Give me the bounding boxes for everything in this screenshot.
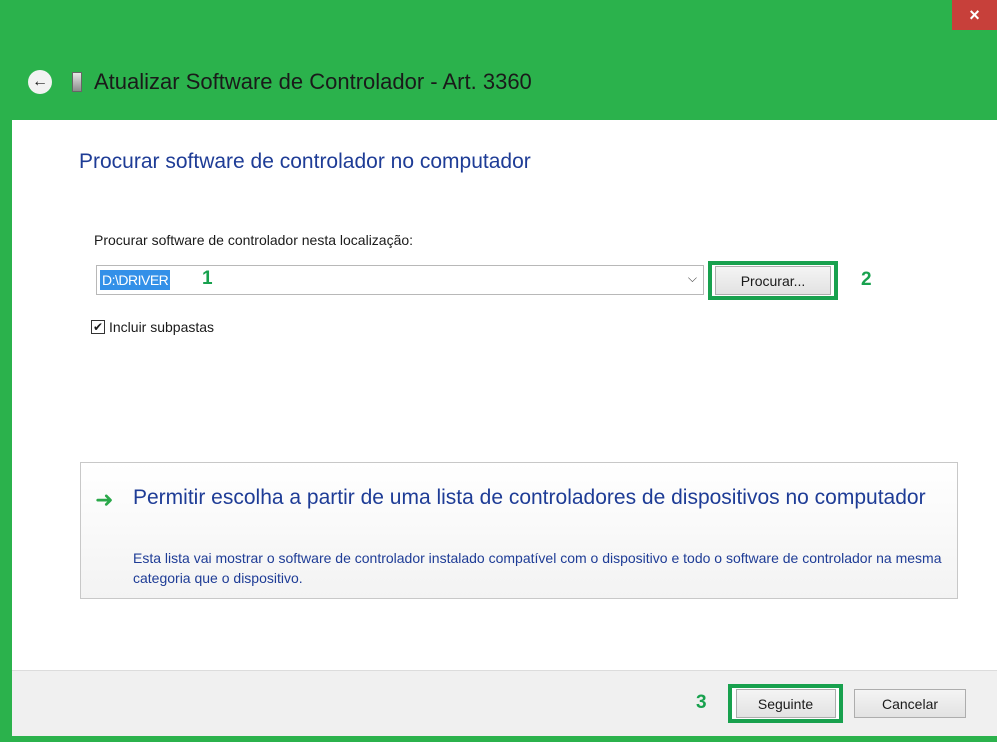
next-button[interactable]: Seguinte xyxy=(735,689,836,718)
pick-from-list-option[interactable]: ➜ Permitir escolha a partir de uma lista… xyxy=(80,462,958,599)
green-arrow-icon: ➜ xyxy=(95,487,114,512)
browse-highlight: Procurar... xyxy=(708,261,838,300)
chevron-down-icon[interactable]: ⌵ xyxy=(688,271,697,286)
next-highlight: Seguinte xyxy=(728,684,843,723)
back-arrow-glyph: ← xyxy=(32,73,48,90)
option-description: Esta lista vai mostrar o software de con… xyxy=(133,550,942,586)
title-bar: ← Atualizar Software de Controlador - Ar… xyxy=(28,62,532,102)
device-icon xyxy=(72,72,82,92)
footer-bar: 3 Seguinte Cancelar xyxy=(12,670,997,736)
include-subfolders-row[interactable]: ✔ Incluir subpastas xyxy=(91,319,214,335)
window-title: Atualizar Software de Controlador - Art.… xyxy=(94,69,532,94)
close-button[interactable]: × xyxy=(952,0,997,30)
close-icon: × xyxy=(969,4,980,25)
location-combobox[interactable]: D:\DRIVER ⌵ xyxy=(96,265,704,295)
page-heading: Procurar software de controlador no comp… xyxy=(79,150,531,173)
marker-3: 3 xyxy=(696,692,707,713)
include-subfolders-label: Incluir subpastas xyxy=(109,319,215,335)
marker-2: 2 xyxy=(861,269,872,290)
cancel-button[interactable]: Cancelar xyxy=(854,689,966,718)
check-icon: ✔ xyxy=(92,320,104,334)
include-subfolders-checkbox[interactable]: ✔ xyxy=(91,320,105,334)
option-title[interactable]: Permitir escolha a partir de uma lista d… xyxy=(133,483,943,513)
location-label: Procurar software de controlador nesta l… xyxy=(94,232,414,248)
browse-button[interactable]: Procurar... xyxy=(715,266,831,295)
content-panel: Procurar software de controlador no comp… xyxy=(12,120,997,670)
marker-1: 1 xyxy=(202,268,213,289)
location-input-value[interactable]: D:\DRIVER xyxy=(100,270,171,290)
dialog-window: × ← Atualizar Software de Controlador - … xyxy=(0,0,997,742)
back-arrow-icon[interactable]: ← xyxy=(28,70,52,94)
